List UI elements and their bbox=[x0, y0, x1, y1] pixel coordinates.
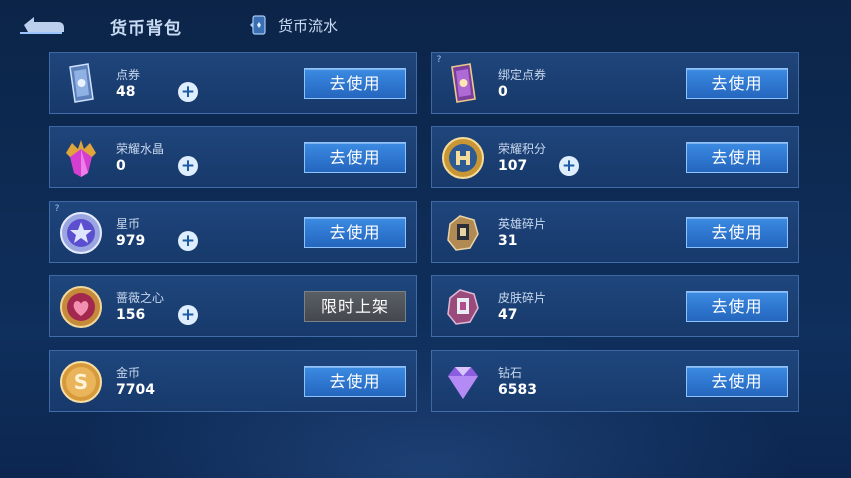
limited-sale-button[interactable]: 限时上架 bbox=[304, 291, 406, 322]
currency-value: 156 bbox=[116, 307, 146, 323]
diamond-icon bbox=[448, 367, 478, 399]
use-button[interactable]: 去使用 bbox=[304, 366, 406, 397]
currency-name: 星币 bbox=[116, 217, 141, 231]
use-button[interactable]: 去使用 bbox=[686, 217, 788, 248]
page-title: 货币背包 bbox=[110, 19, 182, 39]
currency-name: 绑定点券 bbox=[498, 68, 547, 82]
currency-card-honor-points: 荣耀积分 107 + 去使用 bbox=[431, 126, 799, 188]
currency-name: 荣耀积分 bbox=[498, 142, 547, 156]
svg-text:S: S bbox=[74, 370, 88, 394]
add-button[interactable]: + bbox=[178, 231, 198, 251]
bound-coupon-icon bbox=[451, 63, 476, 103]
top-bar: 货币背包 货币流水 bbox=[0, 0, 851, 50]
use-button[interactable]: 去使用 bbox=[686, 142, 788, 173]
currency-card-diamond: 钻石 6583 去使用 bbox=[431, 350, 799, 412]
use-button[interactable]: 去使用 bbox=[304, 217, 406, 248]
back-arrow-icon[interactable] bbox=[18, 14, 66, 36]
currency-card-coupon: 点券 48 + 去使用 bbox=[49, 52, 417, 114]
use-button[interactable]: 去使用 bbox=[686, 366, 788, 397]
currency-flow-label: 货币流水 bbox=[278, 16, 339, 35]
honor-points-icon bbox=[442, 137, 484, 179]
currency-card-hero-fragment: 英雄碎片 31 去使用 bbox=[431, 201, 799, 263]
rose-heart-icon bbox=[60, 286, 102, 328]
currency-name: 点券 bbox=[116, 68, 141, 82]
currency-name: 英雄碎片 bbox=[498, 217, 547, 231]
add-button[interactable]: + bbox=[178, 82, 198, 102]
add-button[interactable]: + bbox=[178, 305, 198, 325]
currency-value: 107 bbox=[498, 158, 528, 174]
coupon-icon bbox=[69, 63, 94, 103]
add-button[interactable]: + bbox=[559, 156, 579, 176]
currency-card-rose-heart: 蔷薇之心 156 + 限时上架 bbox=[49, 275, 417, 337]
crystal-icon bbox=[66, 140, 96, 177]
use-button[interactable]: 去使用 bbox=[686, 291, 788, 322]
flow-record-icon bbox=[250, 15, 266, 35]
currency-card-star-coin: ? 星币 979 + 去使用 bbox=[49, 201, 417, 263]
currency-value: 0 bbox=[116, 158, 126, 174]
currency-value: 0 bbox=[498, 84, 508, 100]
hero-fragment-icon bbox=[447, 215, 479, 251]
currency-card-skin-fragment: 皮肤碎片 47 去使用 bbox=[431, 275, 799, 337]
add-button[interactable]: + bbox=[178, 156, 198, 176]
currency-name: 皮肤碎片 bbox=[498, 291, 547, 305]
currency-card-bound-coupon: ? 绑定点券 0 去使用 bbox=[431, 52, 799, 114]
gold-coin-icon: S bbox=[60, 361, 102, 403]
currency-value: 31 bbox=[498, 233, 518, 249]
use-button[interactable]: 去使用 bbox=[304, 142, 406, 173]
use-button[interactable]: 去使用 bbox=[686, 68, 788, 99]
currency-flow-link[interactable]: 货币流水 bbox=[248, 14, 338, 36]
currency-name: 蔷薇之心 bbox=[116, 291, 165, 305]
currency-name: 金币 bbox=[116, 366, 141, 380]
currency-card-gold-coin: S 金币 7704 去使用 bbox=[49, 350, 417, 412]
currency-value: 6583 bbox=[498, 382, 537, 398]
currency-value: 7704 bbox=[116, 382, 155, 398]
currency-name: 钻石 bbox=[498, 366, 523, 380]
star-coin-icon bbox=[60, 212, 102, 254]
skin-fragment-icon bbox=[447, 289, 479, 325]
currency-value: 48 bbox=[116, 84, 136, 100]
currency-value: 47 bbox=[498, 307, 518, 323]
use-button[interactable]: 去使用 bbox=[304, 68, 406, 99]
currency-card-crystal: 荣耀水晶 0 + 去使用 bbox=[49, 126, 417, 188]
currency-name: 荣耀水晶 bbox=[116, 142, 165, 156]
currency-value: 979 bbox=[116, 233, 146, 249]
